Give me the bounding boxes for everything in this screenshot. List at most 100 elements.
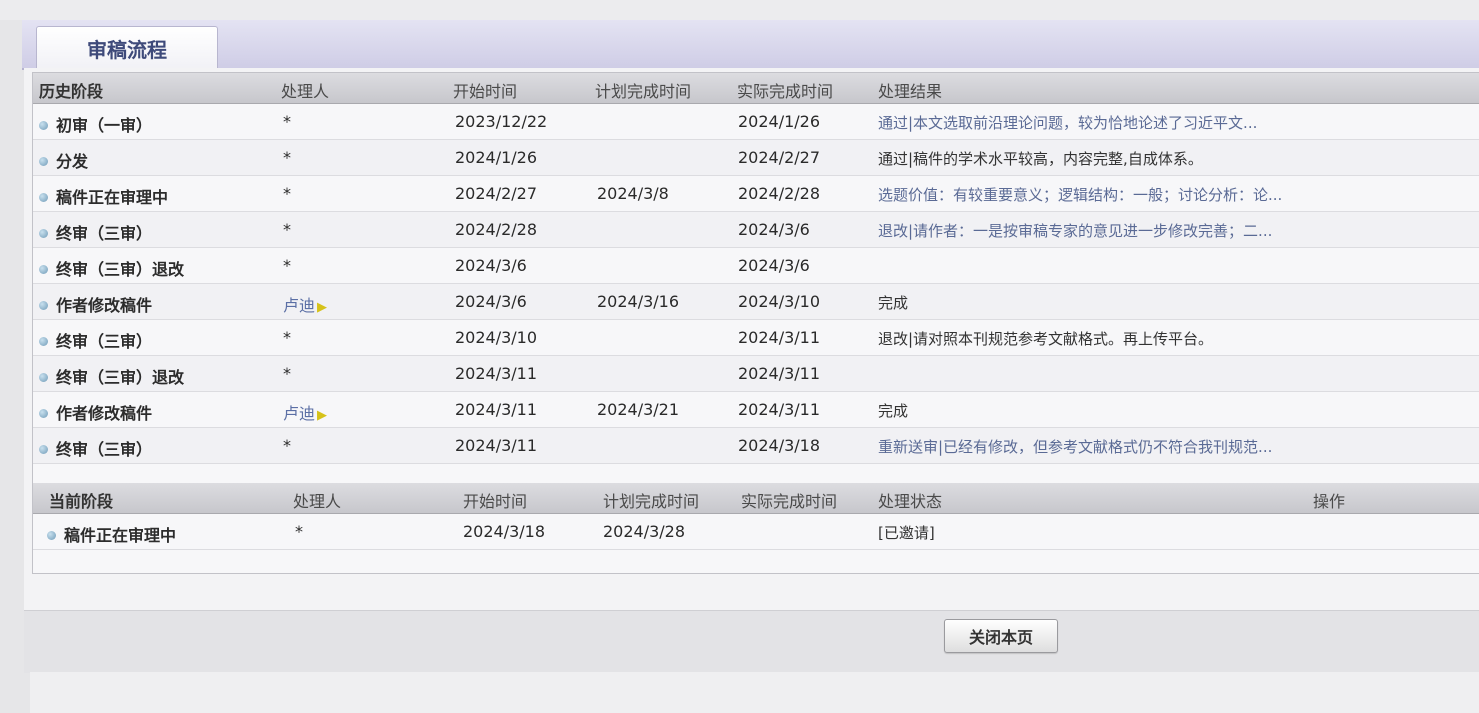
col-result: 处理结果 (878, 82, 943, 101)
stage-name: 分发 (56, 152, 89, 171)
actual-time: 2024/3/11 (738, 364, 821, 383)
planned-time: 2024/3/8 (597, 184, 669, 203)
stage-name: 终审（三审） (56, 440, 153, 459)
col-start-time: 开始时间 (463, 492, 528, 511)
planned-time: 2024/3/21 (597, 400, 680, 419)
start-time: 2023/12/22 (455, 112, 548, 131)
start-time: 2024/3/6 (455, 292, 527, 311)
bullet-icon (39, 229, 48, 238)
col-handler: 处理人 (281, 82, 330, 101)
bottom-area (30, 672, 1479, 713)
flag-icon: ▶ (317, 300, 328, 315)
bullet-icon (39, 373, 48, 382)
stage-name: 稿件正在审理中 (56, 188, 169, 207)
start-time: 2024/3/11 (455, 400, 538, 419)
stage-name: 终审（三审） (56, 224, 153, 243)
stage-name: 终审（三审）退改 (56, 260, 185, 279)
result-text: 完成 (878, 294, 909, 312)
handler: * (283, 328, 291, 347)
col-current-stage: 当前阶段 (49, 492, 114, 511)
result-text[interactable]: 选题价值：有较重要意义；逻辑结构：一般；讨论分析：论... (878, 184, 1282, 205)
history-row: 作者修改稿件 卢迪 ▶ 2024/3/6 2024/3/16 2024/3/10 … (33, 284, 1479, 320)
bullet-icon (39, 337, 48, 346)
history-row: 终审（三审）退改 * 2024/3/6 2024/3/6 (33, 248, 1479, 284)
top-strip (0, 0, 1479, 20)
actual-time: 2024/3/6 (738, 256, 810, 275)
col-planned-time: 计划完成时间 (595, 82, 692, 101)
actual-time: 2024/3/10 (738, 292, 821, 311)
stage-name: 作者修改稿件 (56, 404, 153, 423)
handler: * (283, 364, 291, 383)
handler: * (283, 436, 291, 455)
stage-name: 初审（一审） (56, 116, 153, 135)
col-start-time: 开始时间 (453, 82, 518, 101)
bullet-icon (39, 157, 48, 166)
actual-time: 2024/2/27 (738, 148, 821, 167)
start-time: 2024/2/27 (455, 184, 538, 203)
process-table: 历史阶段 处理人 开始时间 计划完成时间 实际完成时间 处理结果 初审（一审） … (32, 72, 1479, 574)
history-row: 终审（三审） * 2024/3/11 2024/3/18 重新送审|已经有修改，… (33, 428, 1479, 464)
main-panel: 历史阶段 处理人 开始时间 计划完成时间 实际完成时间 处理结果 初审（一审） … (24, 68, 1479, 610)
col-handler: 处理人 (293, 492, 342, 511)
history-row: 初审（一审） * 2023/12/22 2024/1/26 通过|本文选取前沿理… (33, 104, 1479, 140)
bullet-icon (39, 301, 48, 310)
tab-bar: 审稿流程 (22, 20, 1479, 70)
start-time: 2024/3/18 (463, 522, 546, 541)
bullet-icon (47, 531, 56, 540)
history-row: 终审（三审） * 2024/3/10 2024/3/11 退改|请对照本刊规范参… (33, 320, 1479, 356)
bullet-icon (39, 265, 48, 274)
history-row: 稿件正在审理中 * 2024/2/27 2024/3/8 2024/2/28 选… (33, 176, 1479, 212)
actual-time: 2024/3/11 (738, 328, 821, 347)
review-process-page: 审稿流程 历史阶段 处理人 开始时间 计划完成时间 实际完成时间 处理结果 初审… (0, 0, 1479, 713)
col-actual-time: 实际完成时间 (737, 82, 834, 101)
footer-bar: 关闭本页 (24, 610, 1479, 673)
history-row: 终审（三审） * 2024/2/28 2024/3/6 退改|请作者：一是按审稿… (33, 212, 1479, 248)
history-row: 分发 * 2024/1/26 2024/2/27 通过|稿件的学术水平较高，内容… (33, 140, 1479, 176)
start-time: 2024/3/10 (455, 328, 538, 347)
handler-link[interactable]: 卢迪 (283, 404, 315, 423)
start-time: 2024/3/6 (455, 256, 527, 275)
start-time: 2024/2/28 (455, 220, 538, 239)
planned-time: 2024/3/16 (597, 292, 680, 311)
handler: * (295, 522, 303, 541)
actual-time: 2024/2/28 (738, 184, 821, 203)
bullet-icon (39, 445, 48, 454)
handler: * (283, 256, 291, 275)
history-row: 作者修改稿件 卢迪 ▶ 2024/3/11 2024/3/21 2024/3/11… (33, 392, 1479, 428)
bullet-icon (39, 409, 48, 418)
planned-time: 2024/3/28 (603, 522, 686, 541)
flag-icon: ▶ (317, 408, 328, 423)
bullet-icon (39, 193, 48, 202)
result-text[interactable]: 通过|本文选取前沿理论问题，较为恰地论述了习近平文... (878, 112, 1257, 133)
start-time: 2024/3/11 (455, 436, 538, 455)
result-text[interactable]: 重新送审|已经有修改，但参考文献格式仍不符合我刊规范... (878, 436, 1272, 457)
actual-time: 2024/1/26 (738, 112, 821, 131)
actual-time: 2024/3/11 (738, 400, 821, 419)
col-status: 处理状态 (878, 492, 943, 511)
close-page-button[interactable]: 关闭本页 (944, 619, 1058, 653)
col-actions: 操作 (1313, 492, 1346, 511)
handler-link[interactable]: 卢迪 (283, 296, 315, 315)
history-row: 终审（三审）退改 * 2024/3/11 2024/3/11 (33, 356, 1479, 392)
result-text[interactable]: 退改|请作者：一是按审稿专家的意见进一步修改完善；二... (878, 220, 1272, 241)
handler: * (283, 184, 291, 203)
handler: * (283, 112, 291, 131)
status-text: [已邀请] (878, 524, 935, 542)
col-actual-time: 实际完成时间 (741, 492, 838, 511)
stage-name: 作者修改稿件 (56, 296, 153, 315)
stage-name: 稿件正在审理中 (64, 526, 177, 545)
stage-name: 终审（三审） (56, 332, 153, 351)
actual-time: 2024/3/6 (738, 220, 810, 239)
bullet-icon (39, 121, 48, 130)
current-header-row: 当前阶段 处理人 开始时间 计划完成时间 实际完成时间 处理状态 操作 (33, 483, 1479, 514)
start-time: 2024/1/26 (455, 148, 538, 167)
tab-review-process[interactable]: 审稿流程 (36, 26, 218, 69)
result-text: 通过|稿件的学术水平较高，内容完整,自成体系。 (878, 150, 1203, 168)
current-row: 稿件正在审理中 * 2024/3/18 2024/3/28 [已邀请] (33, 514, 1479, 550)
start-time: 2024/3/11 (455, 364, 538, 383)
col-history-stage: 历史阶段 (39, 82, 104, 101)
stage-name: 终审（三审）退改 (56, 368, 185, 387)
actual-time: 2024/3/18 (738, 436, 821, 455)
handler: * (283, 148, 291, 167)
history-header-row: 历史阶段 处理人 开始时间 计划完成时间 实际完成时间 处理结果 (33, 73, 1479, 104)
